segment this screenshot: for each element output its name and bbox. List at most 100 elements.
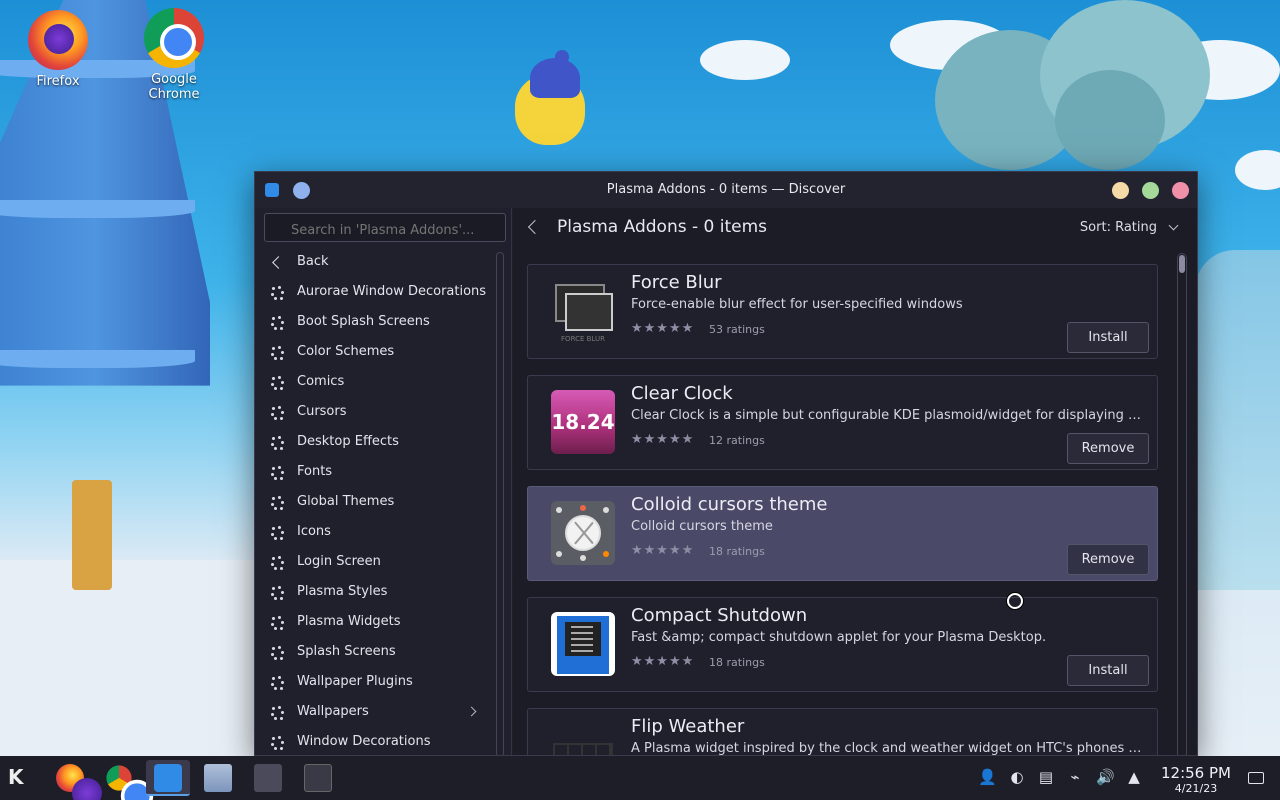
sidebar-item-label: Cursors xyxy=(297,404,347,419)
sidebar-item-label: Window Decorations xyxy=(297,734,431,749)
addon-card-compact-shutdown[interactable]: Compact Shutdown Fast &amp; compact shut… xyxy=(527,597,1158,692)
chevron-right-icon xyxy=(466,706,477,717)
clipboard-icon[interactable]: ▤ xyxy=(1037,768,1055,786)
sidebar-item-cursors[interactable]: Cursors xyxy=(255,398,491,428)
sidebar-item-label: Wallpapers xyxy=(297,704,369,719)
addon-title: Flip Weather xyxy=(631,716,745,737)
addon-category-icon xyxy=(271,406,285,420)
sidebar-item-fonts[interactable]: Fonts xyxy=(255,458,491,488)
close-button[interactable] xyxy=(1172,182,1189,199)
desktop-firefox-label: Firefox xyxy=(36,74,80,89)
taskbar-firefox[interactable] xyxy=(48,760,102,800)
main-content: Plasma Addons - 0 items Sort: Rating FOR… xyxy=(513,208,1197,755)
desktop-chrome[interactable]: Google Chrome xyxy=(124,8,224,102)
sidebar-back[interactable]: Back xyxy=(255,248,491,278)
star-rating: ★★★★★ xyxy=(631,432,695,447)
chevron-down-icon[interactable] xyxy=(1168,220,1179,231)
sidebar-item-login-screen[interactable]: Login Screen xyxy=(255,548,491,578)
desktop-chrome-label: Google Chrome xyxy=(148,72,200,102)
star-rating: ★★★★★ xyxy=(631,543,695,558)
addon-card-force-blur[interactable]: FORCE BLUR Force Blur Force-enable blur … xyxy=(527,264,1158,359)
tray-expand-icon[interactable]: ▲ xyxy=(1125,768,1143,786)
mouse-cursor-icon xyxy=(1007,593,1023,609)
scrollbar-thumb[interactable] xyxy=(1179,255,1185,273)
addon-description: Colloid cursors theme xyxy=(631,519,773,534)
sidebar-item-label: Icons xyxy=(297,524,331,539)
addon-category-icon xyxy=(271,616,285,630)
addon-category-icon xyxy=(271,676,285,690)
star-rating: ★★★★★ xyxy=(631,654,695,669)
search-input[interactable] xyxy=(264,213,506,242)
network-icon[interactable]: ⌁ xyxy=(1066,768,1084,786)
sidebar-item-aurorae[interactable]: Aurorae Window Decorations xyxy=(255,278,491,308)
sidebar-item-icons[interactable]: Icons xyxy=(255,518,491,548)
sidebar-item-wallpapers[interactable]: Wallpapers xyxy=(255,698,491,728)
addon-category-icon xyxy=(271,466,285,480)
sidebar-item-comics[interactable]: Comics xyxy=(255,368,491,398)
taskbar-chrome[interactable] xyxy=(97,760,154,800)
firefox-icon xyxy=(56,764,102,800)
sidebar-item-window-decorations[interactable]: Window Decorations xyxy=(255,728,491,755)
addon-card-clear-clock[interactable]: 18.24 Clear Clock Clear Clock is a simpl… xyxy=(527,375,1158,470)
sidebar-item-label: Plasma Widgets xyxy=(297,614,401,629)
addon-title: Colloid cursors theme xyxy=(631,494,828,515)
sidebar-item-label: Color Schemes xyxy=(297,344,395,359)
main-scrollbar[interactable] xyxy=(1177,253,1187,755)
discover-window: Plasma Addons - 0 items — Discover Back … xyxy=(254,171,1198,756)
clock-date: 4/21/23 xyxy=(1174,782,1218,795)
back-icon[interactable] xyxy=(527,219,543,235)
install-button[interactable]: Install xyxy=(1067,322,1149,353)
sidebar-item-label: Wallpaper Plugins xyxy=(297,674,413,689)
sidebar-item-boot-splash[interactable]: Boot Splash Screens xyxy=(255,308,491,338)
sidebar-scrollbar[interactable] xyxy=(496,252,504,755)
addon-category-icon xyxy=(271,736,285,750)
clock-time: 12:56 PM xyxy=(1161,764,1231,782)
clear-clock-thumbnail: 18.24 xyxy=(551,390,615,454)
sidebar-item-label: Boot Splash Screens xyxy=(297,314,430,329)
volume-icon[interactable]: 🔊 xyxy=(1096,768,1115,786)
taskbar-terminal[interactable] xyxy=(296,760,340,796)
addon-title: Clear Clock xyxy=(631,383,733,404)
chrome-icon xyxy=(144,8,204,68)
addon-category-icon xyxy=(271,526,285,540)
desktop-firefox[interactable]: Firefox xyxy=(8,10,108,89)
clock[interactable]: 12:56 PM 4/21/23 xyxy=(1156,764,1236,795)
remove-button[interactable]: Remove xyxy=(1067,544,1149,575)
sidebar-item-label: Global Themes xyxy=(297,494,395,509)
taskbar-system-settings[interactable] xyxy=(246,760,290,796)
window-titlebar[interactable]: Plasma Addons - 0 items — Discover xyxy=(255,172,1197,208)
sort-dropdown[interactable]: Sort: Rating xyxy=(1080,220,1157,235)
taskbar: K 👤 ◐ ▤ ⌁ 🔊 ▲ 12:56 PM 4/21/23 xyxy=(0,756,1280,800)
application-launcher[interactable]: K xyxy=(0,760,44,796)
rating-count: 18 ratings xyxy=(709,545,765,558)
sidebar-item-splash-screens[interactable]: Splash Screens xyxy=(255,638,491,668)
maximize-button[interactable] xyxy=(1142,182,1159,199)
sidebar-item-desktop-effects[interactable]: Desktop Effects xyxy=(255,428,491,458)
addon-list: FORCE BLUR Force Blur Force-enable blur … xyxy=(527,264,1158,756)
addon-category-icon xyxy=(271,376,285,390)
kde-menu-icon: K xyxy=(8,765,24,789)
addon-card-flip-weather[interactable]: Flip Weather A Plasma widget inspired by… xyxy=(527,708,1158,756)
sidebar-item-wallpaper-plugins[interactable]: Wallpaper Plugins xyxy=(255,668,491,698)
sidebar-item-global-themes[interactable]: Global Themes xyxy=(255,488,491,518)
addon-category-icon xyxy=(271,646,285,660)
taskbar-files[interactable] xyxy=(196,760,240,796)
user-icon[interactable]: 👤 xyxy=(978,768,997,786)
install-button[interactable]: Install xyxy=(1067,655,1149,686)
taskbar-discover[interactable] xyxy=(146,760,190,796)
sidebar-item-plasma-styles[interactable]: Plasma Styles xyxy=(255,578,491,608)
addon-description: A Plasma widget inspired by the clock an… xyxy=(631,741,1149,756)
show-desktop-icon[interactable] xyxy=(1248,772,1264,784)
addon-category-icon xyxy=(271,316,285,330)
sidebar-item-color-schemes[interactable]: Color Schemes xyxy=(255,338,491,368)
rating-count: 18 ratings xyxy=(709,656,765,669)
minimize-button[interactable] xyxy=(1112,182,1129,199)
sidebar-item-label: Aurorae Window Decorations xyxy=(297,284,487,299)
sidebar-item-plasma-widgets[interactable]: Plasma Widgets xyxy=(255,608,491,638)
sidebar-item-label: Login Screen xyxy=(297,554,381,569)
updates-icon[interactable]: ◐ xyxy=(1008,768,1026,786)
addon-description: Force-enable blur effect for user-specif… xyxy=(631,297,963,312)
flip-weather-thumbnail xyxy=(551,723,615,755)
remove-button[interactable]: Remove xyxy=(1067,433,1149,464)
addon-card-colloid-cursors[interactable]: Colloid cursors theme Colloid cursors th… xyxy=(527,486,1158,581)
